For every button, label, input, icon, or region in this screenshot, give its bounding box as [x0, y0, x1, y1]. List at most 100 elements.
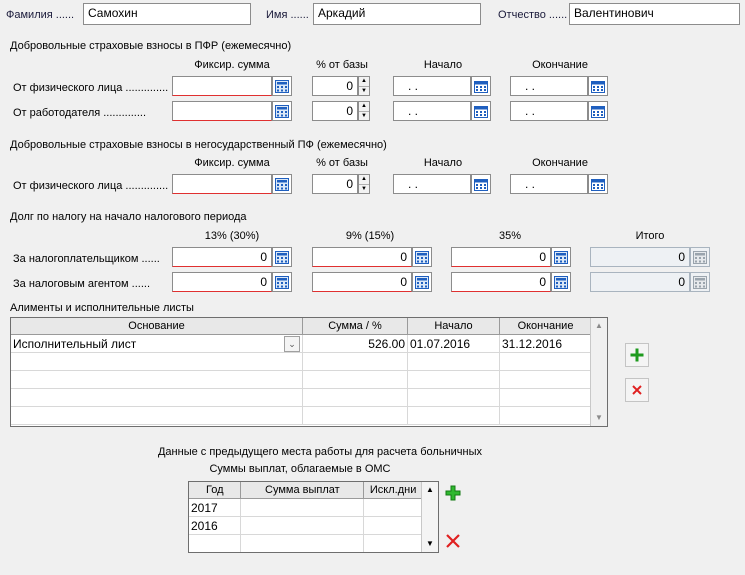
table-row[interactable]: Исполнительный лист ⌄ 526.00 01.07.2016 … [11, 334, 592, 353]
firstname-field[interactable]: Аркадий [313, 3, 481, 25]
alimony-col-amount[interactable]: Сумма / % [302, 318, 408, 335]
calculator-button[interactable] [272, 174, 292, 194]
spin-down-icon[interactable]: ▼ [359, 185, 369, 194]
prevjob-scrollbar[interactable]: ▲ ▼ [421, 482, 438, 552]
add-row-button[interactable] [625, 343, 649, 367]
prevjob-year-cell[interactable]: 2017 [189, 498, 242, 517]
prevjob-sum-cell[interactable] [240, 516, 365, 535]
alimony-col-start[interactable]: Начало [407, 318, 500, 335]
spin-down-icon[interactable]: ▼ [359, 87, 369, 96]
calculator-button[interactable] [272, 272, 292, 292]
calendar-button[interactable] [471, 76, 491, 96]
npf-start-input[interactable]: . . [393, 174, 471, 194]
scroll-down-icon[interactable]: ▼ [422, 536, 438, 552]
npf-percent-input[interactable]: 0 [312, 174, 358, 194]
calculator-icon [415, 250, 429, 264]
table-row[interactable]: 2017 [189, 498, 423, 517]
prevjob-excl-cell[interactable] [363, 498, 423, 517]
table-row[interactable] [11, 352, 592, 371]
calculator-button[interactable] [272, 76, 292, 96]
npf-fixed-input[interactable] [172, 174, 272, 194]
table-row[interactable] [11, 406, 592, 425]
calendar-icon [591, 105, 605, 118]
add-year-button[interactable] [442, 482, 464, 504]
alimony-grid[interactable]: Основание Сумма / % Начало Окончание Исп… [10, 317, 608, 427]
lastname-label: Фамилия ...... [6, 9, 75, 21]
npf-end-input[interactable]: . . [510, 174, 588, 194]
pfr-row-label: От физического лица .............. [13, 82, 169, 94]
plus-icon [630, 348, 644, 362]
debt-35-input[interactable]: 0 [451, 247, 551, 267]
firstname-label: Имя ...... [266, 9, 309, 21]
alimony-col-end[interactable]: Окончание [499, 318, 592, 335]
calculator-button[interactable] [551, 247, 571, 267]
prevjob-col-sum[interactable]: Сумма выплат [240, 482, 365, 499]
calendar-button[interactable] [471, 101, 491, 121]
spin-up-icon[interactable]: ▲ [359, 102, 369, 112]
pfr-start-input[interactable]: . . [393, 76, 471, 96]
calendar-button[interactable] [588, 101, 608, 121]
alimony-end-cell[interactable]: 31.12.2016 [499, 334, 592, 353]
debt-col-total: Итого [635, 230, 665, 242]
pfr-fixed-input[interactable] [172, 101, 272, 121]
calculator-icon [275, 104, 289, 118]
alimony-start-cell[interactable]: 01.07.2016 [407, 334, 500, 353]
chevron-down-icon[interactable]: ⌄ [284, 336, 300, 352]
delete-row-button[interactable] [625, 378, 649, 402]
pfr-col-percent: % от базы [316, 59, 368, 71]
debt-13-input[interactable]: 0 [172, 247, 272, 267]
pfr-percent-input[interactable]: 0 [312, 76, 358, 96]
prevjob-sum-cell[interactable] [240, 498, 365, 517]
prevjob-year-cell[interactable]: 2016 [189, 516, 242, 535]
debt-total-field: 0 [590, 272, 690, 292]
calculator-button[interactable] [272, 247, 292, 267]
scroll-down-icon[interactable]: ▼ [591, 410, 607, 426]
delete-year-button[interactable] [442, 530, 464, 552]
table-row[interactable] [11, 388, 592, 407]
debt-13-input[interactable]: 0 [172, 272, 272, 292]
calendar-button[interactable] [588, 76, 608, 96]
spin-up-icon[interactable]: ▲ [359, 77, 369, 87]
pfr-end-input[interactable]: . . [510, 101, 588, 121]
percent-spinner[interactable]: ▲ ▼ [358, 76, 370, 96]
table-row[interactable]: 2016 [189, 516, 423, 535]
calendar-icon [474, 105, 488, 118]
alimony-amount-cell[interactable]: 526.00 [302, 334, 408, 353]
alimony-basis-value: Исполнительный лист [13, 336, 137, 351]
debt-35-input[interactable]: 0 [451, 272, 551, 292]
pfr-start-input[interactable]: . . [393, 101, 471, 121]
scroll-up-icon[interactable]: ▲ [591, 318, 607, 334]
pfr-fixed-input[interactable] [172, 76, 272, 96]
scroll-up-icon[interactable]: ▲ [422, 482, 438, 498]
spin-down-icon[interactable]: ▼ [359, 112, 369, 121]
calculator-icon [275, 250, 289, 264]
pfr-percent-input[interactable]: 0 [312, 101, 358, 121]
pfr-end-input[interactable]: . . [510, 76, 588, 96]
calculator-button[interactable] [412, 272, 432, 292]
debt-9-input[interactable]: 0 [312, 247, 412, 267]
percent-spinner[interactable]: ▲ ▼ [358, 101, 370, 121]
prevjob-col-year[interactable]: Год [189, 482, 242, 499]
percent-spinner[interactable]: ▲ ▼ [358, 174, 370, 194]
calculator-button[interactable] [551, 272, 571, 292]
calendar-button[interactable] [471, 174, 491, 194]
calculator-button[interactable] [412, 247, 432, 267]
debt-col-13: 13% (30%) [204, 230, 260, 242]
calendar-button[interactable] [588, 174, 608, 194]
alimony-basis-cell[interactable]: Исполнительный лист ⌄ [11, 334, 303, 353]
patronymic-field[interactable]: Валентинович [569, 3, 740, 25]
prevjob-col-excl[interactable]: Искл.дни [363, 482, 423, 499]
debt-9-input[interactable]: 0 [312, 272, 412, 292]
calculator-icon [275, 275, 289, 289]
npf-col-fixed: Фиксир. сумма [194, 157, 270, 169]
table-row[interactable] [189, 534, 423, 552]
lastname-field[interactable]: Самохин [83, 3, 251, 25]
table-row[interactable] [11, 370, 592, 389]
prevjob-grid[interactable]: Год Сумма выплат Искл.дни 2017 2016 ▲ ▼ [188, 481, 439, 553]
delete-icon [632, 385, 642, 395]
alimony-scrollbar[interactable]: ▲ ▼ [590, 318, 607, 426]
prevjob-excl-cell[interactable] [363, 516, 423, 535]
spin-up-icon[interactable]: ▲ [359, 175, 369, 185]
calculator-button[interactable] [272, 101, 292, 121]
alimony-col-basis[interactable]: Основание [11, 318, 303, 335]
